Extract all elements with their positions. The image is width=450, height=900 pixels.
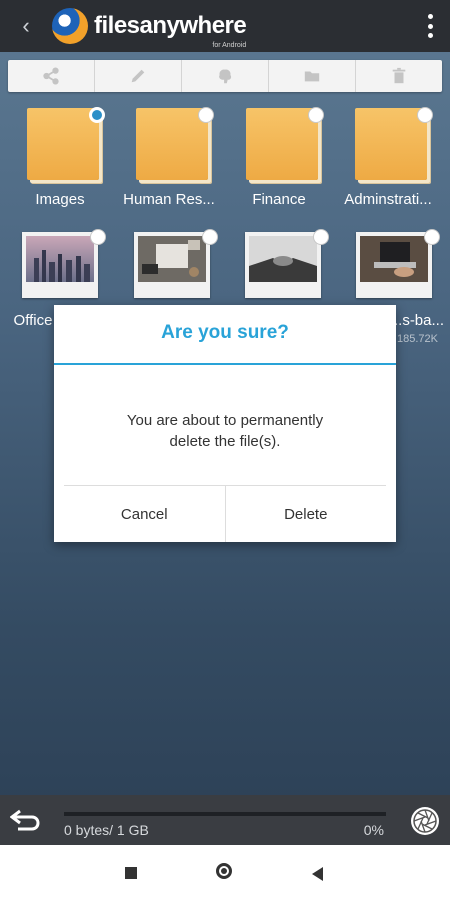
file-label: Adminstrati... <box>344 191 432 208</box>
smart-button[interactable] <box>182 60 269 92</box>
selection-checkbox[interactable] <box>198 107 214 123</box>
app-header: ‹ filesanywhere for Android <box>0 0 450 52</box>
folder-icon <box>27 108 99 180</box>
share-button[interactable] <box>8 60 95 92</box>
dialog-title: Are you sure? <box>161 322 289 343</box>
dialog-message-line-2: delete the file(s). <box>169 433 281 450</box>
handshake-image <box>249 236 317 282</box>
file-label: Finance <box>252 191 306 208</box>
selection-checkbox[interactable] <box>424 229 440 245</box>
app-logo: filesanywhere for Android <box>52 8 247 49</box>
trash-icon <box>392 67 406 84</box>
home-circle-icon[interactable] <box>216 863 232 879</box>
back-triangle-icon[interactable] <box>312 867 323 881</box>
image-thumbnail <box>134 232 210 298</box>
overflow-menu-button[interactable] <box>424 14 436 38</box>
image-thumbnail <box>356 232 432 298</box>
share-icon <box>43 67 59 85</box>
undo-arrow-icon[interactable] <box>10 807 44 833</box>
cancel-button[interactable]: Cancel <box>64 486 225 542</box>
selection-checkbox[interactable] <box>202 229 218 245</box>
file-size: 185.72K <box>397 333 438 345</box>
selection-checkbox[interactable] <box>417 107 433 123</box>
storage-percent-label: 0% <box>363 822 384 838</box>
image-thumbnail <box>22 232 98 298</box>
android-nav-bar <box>0 845 450 900</box>
dialog-button-row: Cancel Delete <box>64 485 386 542</box>
dialog-message: You are about to permanently delete the … <box>54 410 396 452</box>
back-button[interactable]: ‹ <box>0 0 52 52</box>
confirm-delete-dialog: Are you sure? You are about to permanent… <box>54 305 396 542</box>
delete-button[interactable]: Delete <box>224 486 387 542</box>
dialog-divider <box>54 363 396 365</box>
file-label: Human Res... <box>123 191 215 208</box>
move-button[interactable] <box>269 60 356 92</box>
folder-icon <box>246 108 318 180</box>
folder-icon <box>136 108 208 180</box>
city-skyline-image <box>26 236 94 282</box>
folder-icon <box>355 108 427 180</box>
storage-progress-bar <box>64 812 386 816</box>
file-label: Images <box>35 191 85 208</box>
selection-checkbox[interactable] <box>90 229 106 245</box>
recents-square-icon[interactable] <box>125 867 137 879</box>
selection-checkbox[interactable] <box>308 107 324 123</box>
selection-checkbox[interactable] <box>313 229 329 245</box>
selection-checkbox[interactable] <box>89 107 105 123</box>
logo-globe-icon <box>52 8 88 44</box>
image-thumbnail <box>245 232 321 298</box>
storage-used-label: 0 bytes/ 1 GB <box>64 822 149 838</box>
aperture-icon[interactable] <box>410 806 440 836</box>
brain-icon <box>219 69 232 84</box>
logo-text: filesanywhere for Android <box>94 12 247 49</box>
chevron-left-icon: ‹ <box>22 13 30 38</box>
dialog-message-line-1: You are about to permanently <box>126 412 324 429</box>
move-folder-icon <box>304 71 320 82</box>
desk-workspace-image <box>138 236 206 282</box>
logo-subtext: for Android <box>212 42 247 49</box>
delete-toolbar-button[interactable] <box>356 60 442 92</box>
edit-pencil-icon <box>131 69 145 83</box>
laptop-work-image <box>360 236 428 282</box>
action-toolbar <box>8 60 442 92</box>
rename-button[interactable] <box>95 60 182 92</box>
